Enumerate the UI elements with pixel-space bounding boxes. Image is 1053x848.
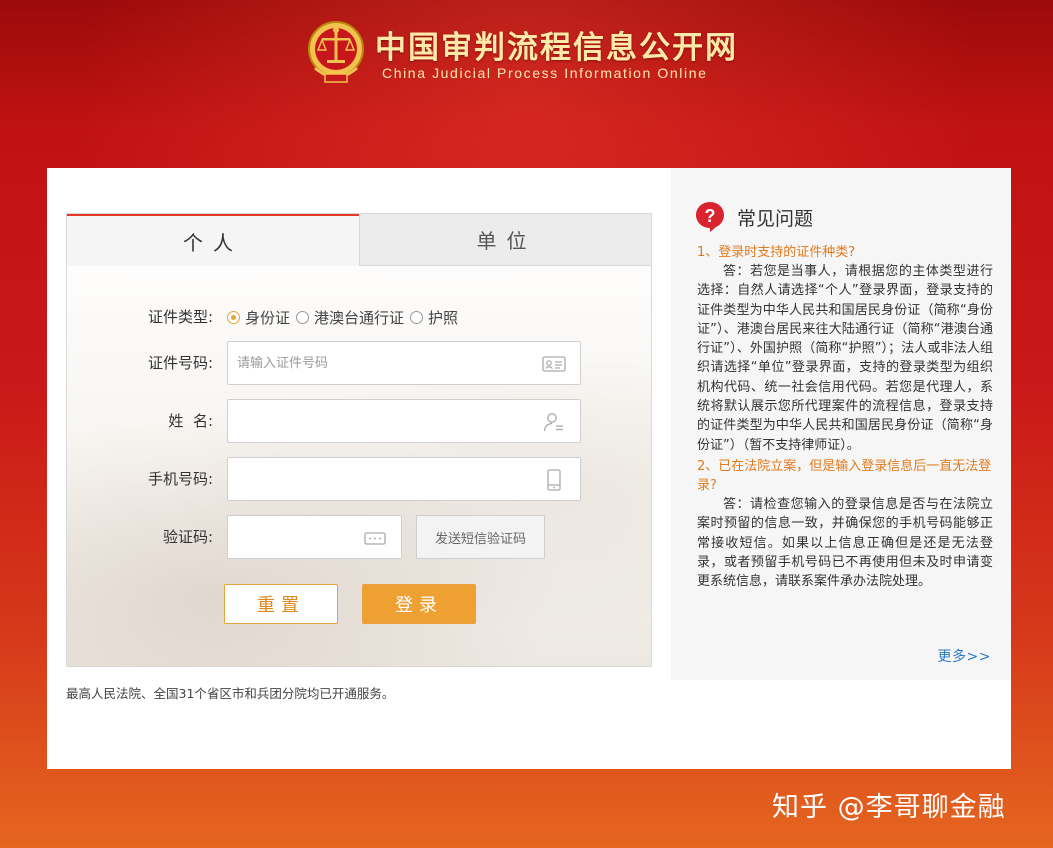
- action-row: 重置 登录: [67, 584, 651, 628]
- faq-title: 常见问题: [737, 207, 814, 230]
- phone-field[interactable]: [227, 457, 581, 501]
- tab-unit[interactable]: 单位: [359, 214, 651, 266]
- faq-header: ? 常见问题: [695, 201, 813, 233]
- captcha-field[interactable]: [227, 515, 402, 559]
- service-coverage-note: 最高人民法院、全国31个省区市和兵团分院均已开通服务。: [66, 686, 395, 701]
- captcha-label: 验证码:: [162, 528, 213, 546]
- send-sms-code-button[interactable]: 发送短信验证码: [416, 515, 545, 559]
- cert-no-input[interactable]: [237, 342, 527, 384]
- watermark: 知乎 @李哥聊金融: [772, 792, 1006, 823]
- name-label: 姓 名:: [168, 412, 213, 430]
- cert-type-radio-group: 身份证 港澳台通行证 护照: [227, 295, 464, 339]
- cert-no-label: 证件号码:: [147, 354, 213, 372]
- login-button[interactable]: 登录: [362, 584, 476, 624]
- faq-panel: ? 常见问题 1、登录时支持的证件种类? 答：若您是当事人，请根据您的主体类型进…: [671, 168, 1011, 680]
- cert-no-field[interactable]: [227, 341, 581, 385]
- reset-button[interactable]: 重置: [224, 584, 338, 624]
- phone-input[interactable]: [237, 458, 527, 500]
- radio-hk-macao-taiwan-pass-label: 港澳台通行证: [314, 308, 405, 327]
- site-header: 中国审判流程信息公开网 China Judicial Process Infor…: [0, 0, 1053, 168]
- faq-more-link[interactable]: 更多>>: [938, 646, 991, 666]
- radio-id-card-label: 身份证: [245, 308, 291, 327]
- faq-answer-2: 答：请检查您输入的登录信息是否与在法院立案时预留的信息一致，并确保您的手机号码能…: [697, 496, 993, 590]
- main-card: 个人 单位 证件类型: 身份证 港澳台通行证 护照 证件号码: 请输入证件号码 …: [47, 168, 1011, 769]
- question-icon: ?: [696, 202, 724, 232]
- radio-checked-icon[interactable]: [227, 310, 240, 324]
- phone-label: 手机号码:: [147, 470, 213, 488]
- radio-unchecked-icon[interactable]: [410, 310, 424, 324]
- tab-personal[interactable]: 个人: [67, 214, 359, 266]
- radio-passport[interactable]: 护照: [410, 307, 458, 328]
- site-subtitle: China Judicial Process Information Onlin…: [382, 65, 708, 81]
- faq-question-1: 1、登录时支持的证件种类?: [697, 245, 856, 260]
- site-title: 中国审判流程信息公开网: [375, 30, 738, 66]
- radio-hk-macao-taiwan-pass[interactable]: 港澳台通行证: [296, 307, 404, 328]
- svg-text:?: ?: [705, 206, 716, 226]
- faq-question-2: 2、已在法院立案，但是输入登录信息后一直无法登录?: [697, 458, 992, 493]
- faq-answer-1: 答：若您是当事人，请根据您的主体类型进行选择：自然人请选择“个人”登录界面，登录…: [697, 264, 993, 453]
- cert-type-row: 证件类型: 身份证 港澳台通行证 护照: [67, 295, 651, 339]
- radio-passport-label: 护照: [428, 308, 459, 327]
- name-row: 姓 名:: [67, 399, 651, 443]
- radio-unchecked-icon[interactable]: [296, 310, 310, 324]
- captcha-input[interactable]: [237, 516, 357, 558]
- user-icon: [543, 413, 563, 432]
- phone-row: 手机号码:: [67, 457, 651, 501]
- radio-id-card[interactable]: 身份证: [227, 307, 290, 328]
- captcha-row: 验证码: 发送短信验证码: [67, 515, 651, 559]
- phone-icon: [547, 469, 561, 491]
- cert-no-row: 证件号码:: [67, 341, 651, 385]
- cert-type-label: 证件类型:: [147, 308, 213, 326]
- name-input[interactable]: [237, 400, 527, 442]
- name-field[interactable]: [227, 399, 581, 443]
- faq-body: 1、登录时支持的证件种类? 答：若您是当事人，请根据您的主体类型进行选择：自然人…: [697, 243, 993, 593]
- login-panel: 个人 单位 证件类型: 身份证 港澳台通行证 护照 证件号码: 请输入证件号码 …: [66, 213, 652, 667]
- id-card-icon: [542, 356, 566, 372]
- keyboard-icon: [364, 532, 386, 545]
- court-emblem-icon: [308, 21, 364, 83]
